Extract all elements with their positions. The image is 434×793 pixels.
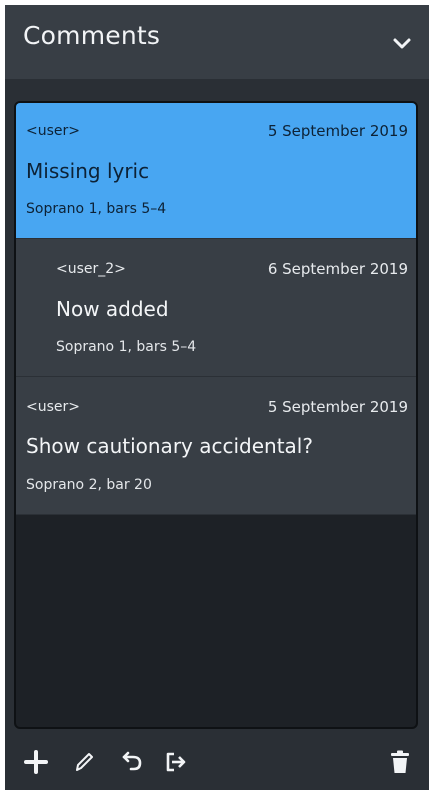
trash-icon[interactable] <box>387 749 413 775</box>
comment-item[interactable]: <user> 5 September 2019 Missing lyric So… <box>16 103 416 239</box>
comment-text: Now added <box>56 297 169 321</box>
comment-reply-item[interactable]: <user_2> 6 September 2019 Now added Sopr… <box>16 239 416 377</box>
comment-text: Missing lyric <box>26 159 150 183</box>
reply-icon[interactable] <box>119 749 145 775</box>
comments-toolbar <box>5 735 429 790</box>
comment-author: <user_2> <box>56 261 126 277</box>
comment-item[interactable]: <user> 5 September 2019 Show cautionary … <box>16 377 416 515</box>
comment-date: 5 September 2019 <box>267 398 408 416</box>
comments-list[interactable]: <user> 5 September 2019 Missing lyric So… <box>14 101 418 729</box>
panel-title: Comments <box>23 21 161 50</box>
export-icon[interactable] <box>163 749 189 775</box>
header-spacer <box>5 79 429 103</box>
comment-location: Soprano 1, bars 5–4 <box>26 201 167 217</box>
comment-text: Show cautionary accidental? <box>26 434 313 458</box>
comment-location: Soprano 1, bars 5–4 <box>56 339 197 355</box>
comment-date: 5 September 2019 <box>267 122 408 140</box>
panel-header[interactable]: Comments <box>5 5 429 79</box>
pencil-icon[interactable] <box>71 749 97 775</box>
chevron-down-icon[interactable] <box>389 31 415 57</box>
comment-author: <user> <box>26 123 80 139</box>
comment-date: 6 September 2019 <box>267 260 408 278</box>
comment-author: <user> <box>26 399 80 415</box>
comments-panel: Comments <user> 5 September 2019 Missing… <box>5 5 429 790</box>
comment-location: Soprano 2, bar 20 <box>26 477 152 493</box>
plus-icon[interactable] <box>23 749 49 775</box>
